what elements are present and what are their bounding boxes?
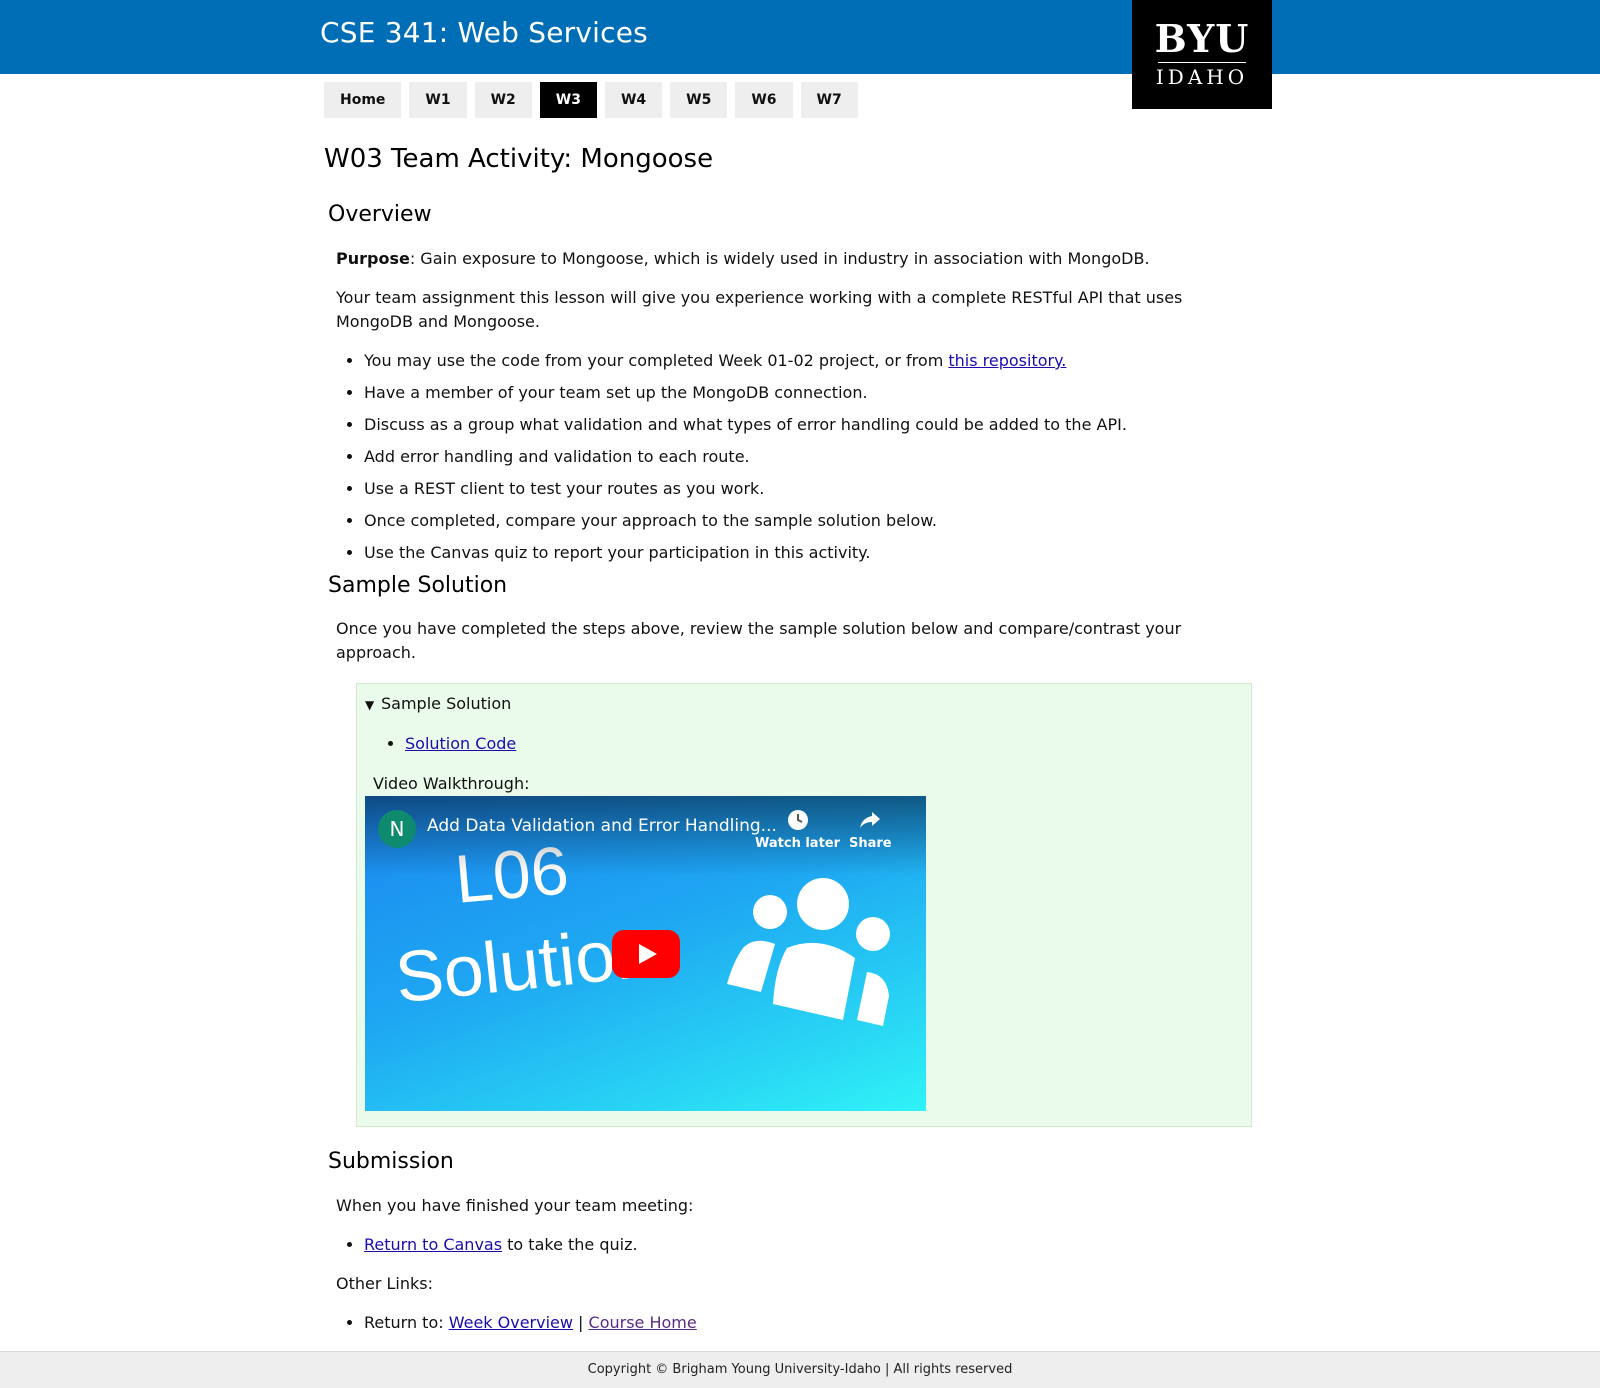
submission-section: Submission When you have finished your t… [328,1149,1264,1335]
nav-home[interactable]: Home [324,82,402,118]
purpose-label: Purpose [336,249,410,268]
nav-w5[interactable]: W5 [670,82,728,118]
nav-w3[interactable]: W3 [539,82,597,118]
week-overview-link[interactable]: Week Overview [449,1313,573,1332]
video-title[interactable]: Add Data Validation and Error Handling..… [427,816,777,836]
nav-w2[interactable]: W2 [474,82,532,118]
list-item: Have a member of your team set up the Mo… [364,381,1264,405]
other-links-list: Return to: Week Overview | Course Home [328,1311,1264,1335]
nav-w7[interactable]: W7 [800,82,858,118]
overview-heading: Overview [328,202,432,227]
site-footer: Copyright © Brigham Young University-Ida… [0,1351,1600,1388]
site-header: CSE 341: Web Services [0,0,1600,74]
youtube-video-embed[interactable]: L06 Solution N Add Data Validation and E… [365,796,926,1111]
sample-solution-section: Sample Solution Once you have completed … [328,573,1264,1127]
list-item: Use a REST client to test your routes as… [364,477,1264,501]
teams-people-icon [727,878,890,1026]
course-home-link[interactable]: Course Home [589,1313,697,1332]
sample-intro: Once you have completed the steps above,… [336,619,1182,662]
share-arrow-icon [849,808,892,836]
youtube-play-icon[interactable] [612,930,680,978]
overview-intro: Your team assignment this lesson will gi… [336,288,1183,331]
list-item: Solution Code [405,732,516,756]
overview-section: Overview Purpose: Gain exposure to Mongo… [328,202,1264,565]
submission-heading: Submission [328,1149,454,1174]
nav-w4[interactable]: W4 [604,82,663,118]
share-button[interactable]: Share [849,808,892,851]
solution-code-link[interactable]: Solution Code [405,734,516,753]
link-separator: | [572,1313,589,1332]
byu-idaho-logo[interactable]: BYU IDAHO [1132,0,1272,109]
logo-idaho-text: IDAHO [1155,65,1249,89]
week-nav: Home W1 W2 W3 W4 W5 W6 W7 [324,82,866,118]
nav-w1[interactable]: W1 [409,82,467,118]
page-title: W03 Team Activity: Mongoose [324,144,714,174]
list-item: You may use the code from your completed… [364,349,1264,373]
submission-list: Return to Canvas to take the quiz. [328,1233,1264,1257]
channel-avatar[interactable]: N [378,810,416,848]
list-item-text: You may use the code from your completed… [364,351,949,370]
solution-links-list: Solution Code [369,732,516,764]
video-walkthrough-label: Video Walkthrough: [373,774,530,793]
watch-later-label: Watch later [755,836,841,851]
solution-summary-toggle[interactable]: ▼ Sample Solution [365,692,511,717]
list-item: Add error handling and validation to eac… [364,445,1264,469]
purpose-paragraph: Purpose: Gain exposure to Mongoose, whic… [336,247,1264,271]
list-item: Discuss as a group what validation and w… [364,413,1264,437]
submission-intro: When you have finished your team meeting… [336,1196,694,1215]
logo-byu-text: BYU [1154,16,1250,61]
list-item: Return to Canvas to take the quiz. [364,1233,1264,1257]
clock-icon [755,808,840,836]
purpose-text: : Gain exposure to Mongoose, which is wi… [409,249,1150,268]
list-item: Once completed, compare your approach to… [364,509,1264,533]
logo-divider [1158,62,1246,63]
canvas-suffix-text: to take the quiz. [502,1235,638,1254]
overview-list: You may use the code from your completed… [328,349,1264,565]
summary-label: Sample Solution [381,694,512,713]
nav-w6[interactable]: W6 [735,82,793,118]
sample-solution-heading: Sample Solution [328,573,508,598]
site-title: CSE 341: Web Services [320,16,648,49]
return-to-canvas-link[interactable]: Return to Canvas [364,1235,502,1254]
watch-later-button[interactable]: Watch later [755,808,840,851]
main-content: W03 Team Activity: Mongoose Overview Pur… [324,130,1264,1343]
triangle-down-icon: ▼ [365,698,375,712]
share-label: Share [849,836,892,851]
return-prefix: Return to: [364,1313,449,1332]
copyright-text: Copyright © Brigham Young University-Ida… [587,1362,1013,1377]
list-item: Return to: Week Overview | Course Home [364,1311,1264,1335]
list-item: Use the Canvas quiz to report your parti… [364,541,1264,565]
video-top-shade [365,796,926,876]
solution-details: ▼ Sample Solution Solution Code Video Wal… [356,683,1252,1127]
other-links-label: Other Links: [336,1274,434,1293]
repository-link[interactable]: this repository. [948,351,1066,370]
